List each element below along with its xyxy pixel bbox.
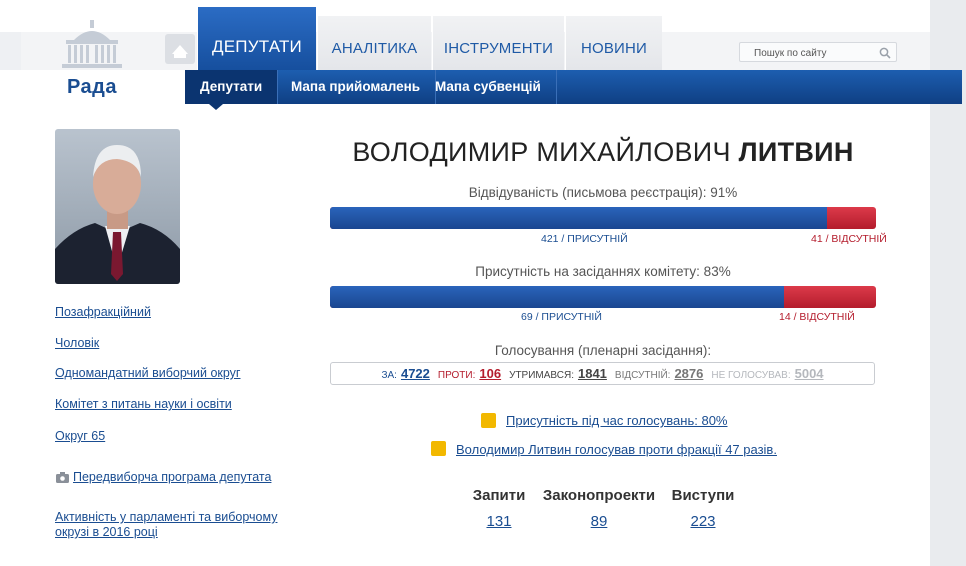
vote-item-count[interactable]: 2876 <box>674 366 703 381</box>
committee-present-label[interactable]: 69 / присутній <box>521 311 602 323</box>
attendance-absent-label[interactable]: 41 / відсутній <box>811 233 887 245</box>
subnav-subvention-map[interactable]: Мапа субвенцій <box>420 70 557 104</box>
vote-item-label: ПРОТИ: <box>437 370 476 381</box>
site-logo[interactable]: Рада <box>52 18 132 100</box>
subnav-active-pointer <box>209 104 223 110</box>
gender-link[interactable]: Чоловік <box>55 336 99 351</box>
hand-vote-icon <box>431 441 446 456</box>
activity-report-link[interactable]: Активність у парламенті та виборчому окр… <box>55 510 295 540</box>
election-program-link[interactable]: Передвиборча програма депутата <box>73 470 271 485</box>
deputy-name: ВОЛОДИМИР МИХАЙЛОВИЧ ЛИТВИН <box>330 137 876 168</box>
home-icon[interactable] <box>165 34 195 64</box>
summary-speeches: Виступи 223 <box>643 487 763 531</box>
tab-deputies-label: ДЕПУТАТИ <box>212 37 302 56</box>
faction-deviation-link[interactable]: Володимир Литвин голосував проти фракції… <box>456 442 777 457</box>
search-box <box>739 42 897 64</box>
voting-title: Голосування (пленарні засідання): <box>494 343 712 358</box>
tab-analytics[interactable]: АНАЛІТИКА <box>317 16 431 70</box>
subnav-reception-map[interactable]: Мапа прийомалень <box>276 70 437 104</box>
committee-bar-present-fill <box>330 286 784 308</box>
attendance-bar <box>330 207 876 229</box>
deputy-first-names: ВОЛОДИМИР МИХАЙЛОВИЧ <box>352 137 731 167</box>
tab-tools[interactable]: ІНСТРУМЕНТИ <box>432 16 564 70</box>
committee-bar <box>330 286 876 308</box>
voting-presence-link[interactable]: Присутність під час голосувань: 80% <box>506 413 727 428</box>
tab-news-label: НОВИНИ <box>580 40 648 57</box>
vote-item-label: НЕ ГОЛОСУВАВ: <box>711 370 791 381</box>
tab-news[interactable]: НОВИНИ <box>565 16 662 70</box>
deputy-photo <box>55 129 180 284</box>
left-edge-strip <box>0 32 21 70</box>
district-type-link[interactable]: Одномандатний виборчий округ <box>55 366 241 381</box>
vote-item: НЕ ГОЛОСУВАВ: 5004 <box>709 366 825 381</box>
vote-item: ВІДСУТНІЙ: 2876 <box>613 366 705 381</box>
attendance-present-label[interactable]: 421 / присутній <box>541 233 628 245</box>
committee-link[interactable]: Комітет з питань науки і освіти <box>55 397 232 412</box>
summary-speeches-label: Виступи <box>671 487 735 504</box>
tab-deputies[interactable]: ДЕПУТАТИ <box>197 7 316 70</box>
camera-icon <box>56 470 69 488</box>
logo-label: Рада <box>66 76 118 98</box>
attendance-bar-present-fill <box>330 207 828 229</box>
subnav-deputies[interactable]: Депутати <box>185 70 279 104</box>
hand-vote-icon <box>481 413 496 428</box>
vote-item-count[interactable]: 106 <box>479 366 501 381</box>
summary-bills-count[interactable]: 89 <box>591 513 608 530</box>
vote-item: ПРОТИ: 106 <box>436 366 503 381</box>
committee-title: Присутність на засіданнях комітету: 83% <box>475 264 731 279</box>
voting-summary: ЗА: 4722 ПРОТИ: 106 УТРИМАВСЯ: 1841 ВІДСУТНІЙ:… <box>330 362 875 385</box>
vote-item-label: УТРИМАВСЯ: <box>509 370 574 381</box>
vote-item-label: ВІДСУТНІЙ: <box>614 370 671 381</box>
faction-link[interactable]: Позафракційний <box>55 305 151 320</box>
summary-requests-count[interactable]: 131 <box>486 513 511 530</box>
vote-item: УТРИМАВСЯ: 1841 <box>507 366 609 381</box>
vote-item-label: ЗА: <box>381 370 397 381</box>
summary-bills: Законопроекти 89 <box>539 487 659 531</box>
committee-absent-label[interactable]: 14 / відсутній <box>779 311 855 323</box>
parliament-logo-icon <box>62 20 122 68</box>
vote-item-count[interactable]: 5004 <box>795 366 824 381</box>
deputy-last-name: ЛИТВИН <box>738 137 854 167</box>
vote-item: ЗА: 4722 <box>379 366 431 381</box>
summary-speeches-count[interactable]: 223 <box>690 513 715 530</box>
vote-item-count[interactable]: 4722 <box>401 366 430 381</box>
summary-bills-label: Законопроекти <box>542 487 656 504</box>
search-input[interactable] <box>740 44 870 63</box>
tab-analytics-label: АНАЛІТИКА <box>331 40 418 57</box>
search-icon[interactable] <box>879 46 891 64</box>
sub-navigation: Депутати Мапа прийомалень Мапа субвенцій <box>185 70 962 104</box>
tab-tools-label: ІНСТРУМЕНТИ <box>443 40 554 57</box>
district-link[interactable]: Округ 65 <box>55 429 105 444</box>
vote-item-count[interactable]: 1841 <box>578 366 607 381</box>
attendance-title: Відвідуваність (письмова реєстрація): 91… <box>468 185 738 200</box>
